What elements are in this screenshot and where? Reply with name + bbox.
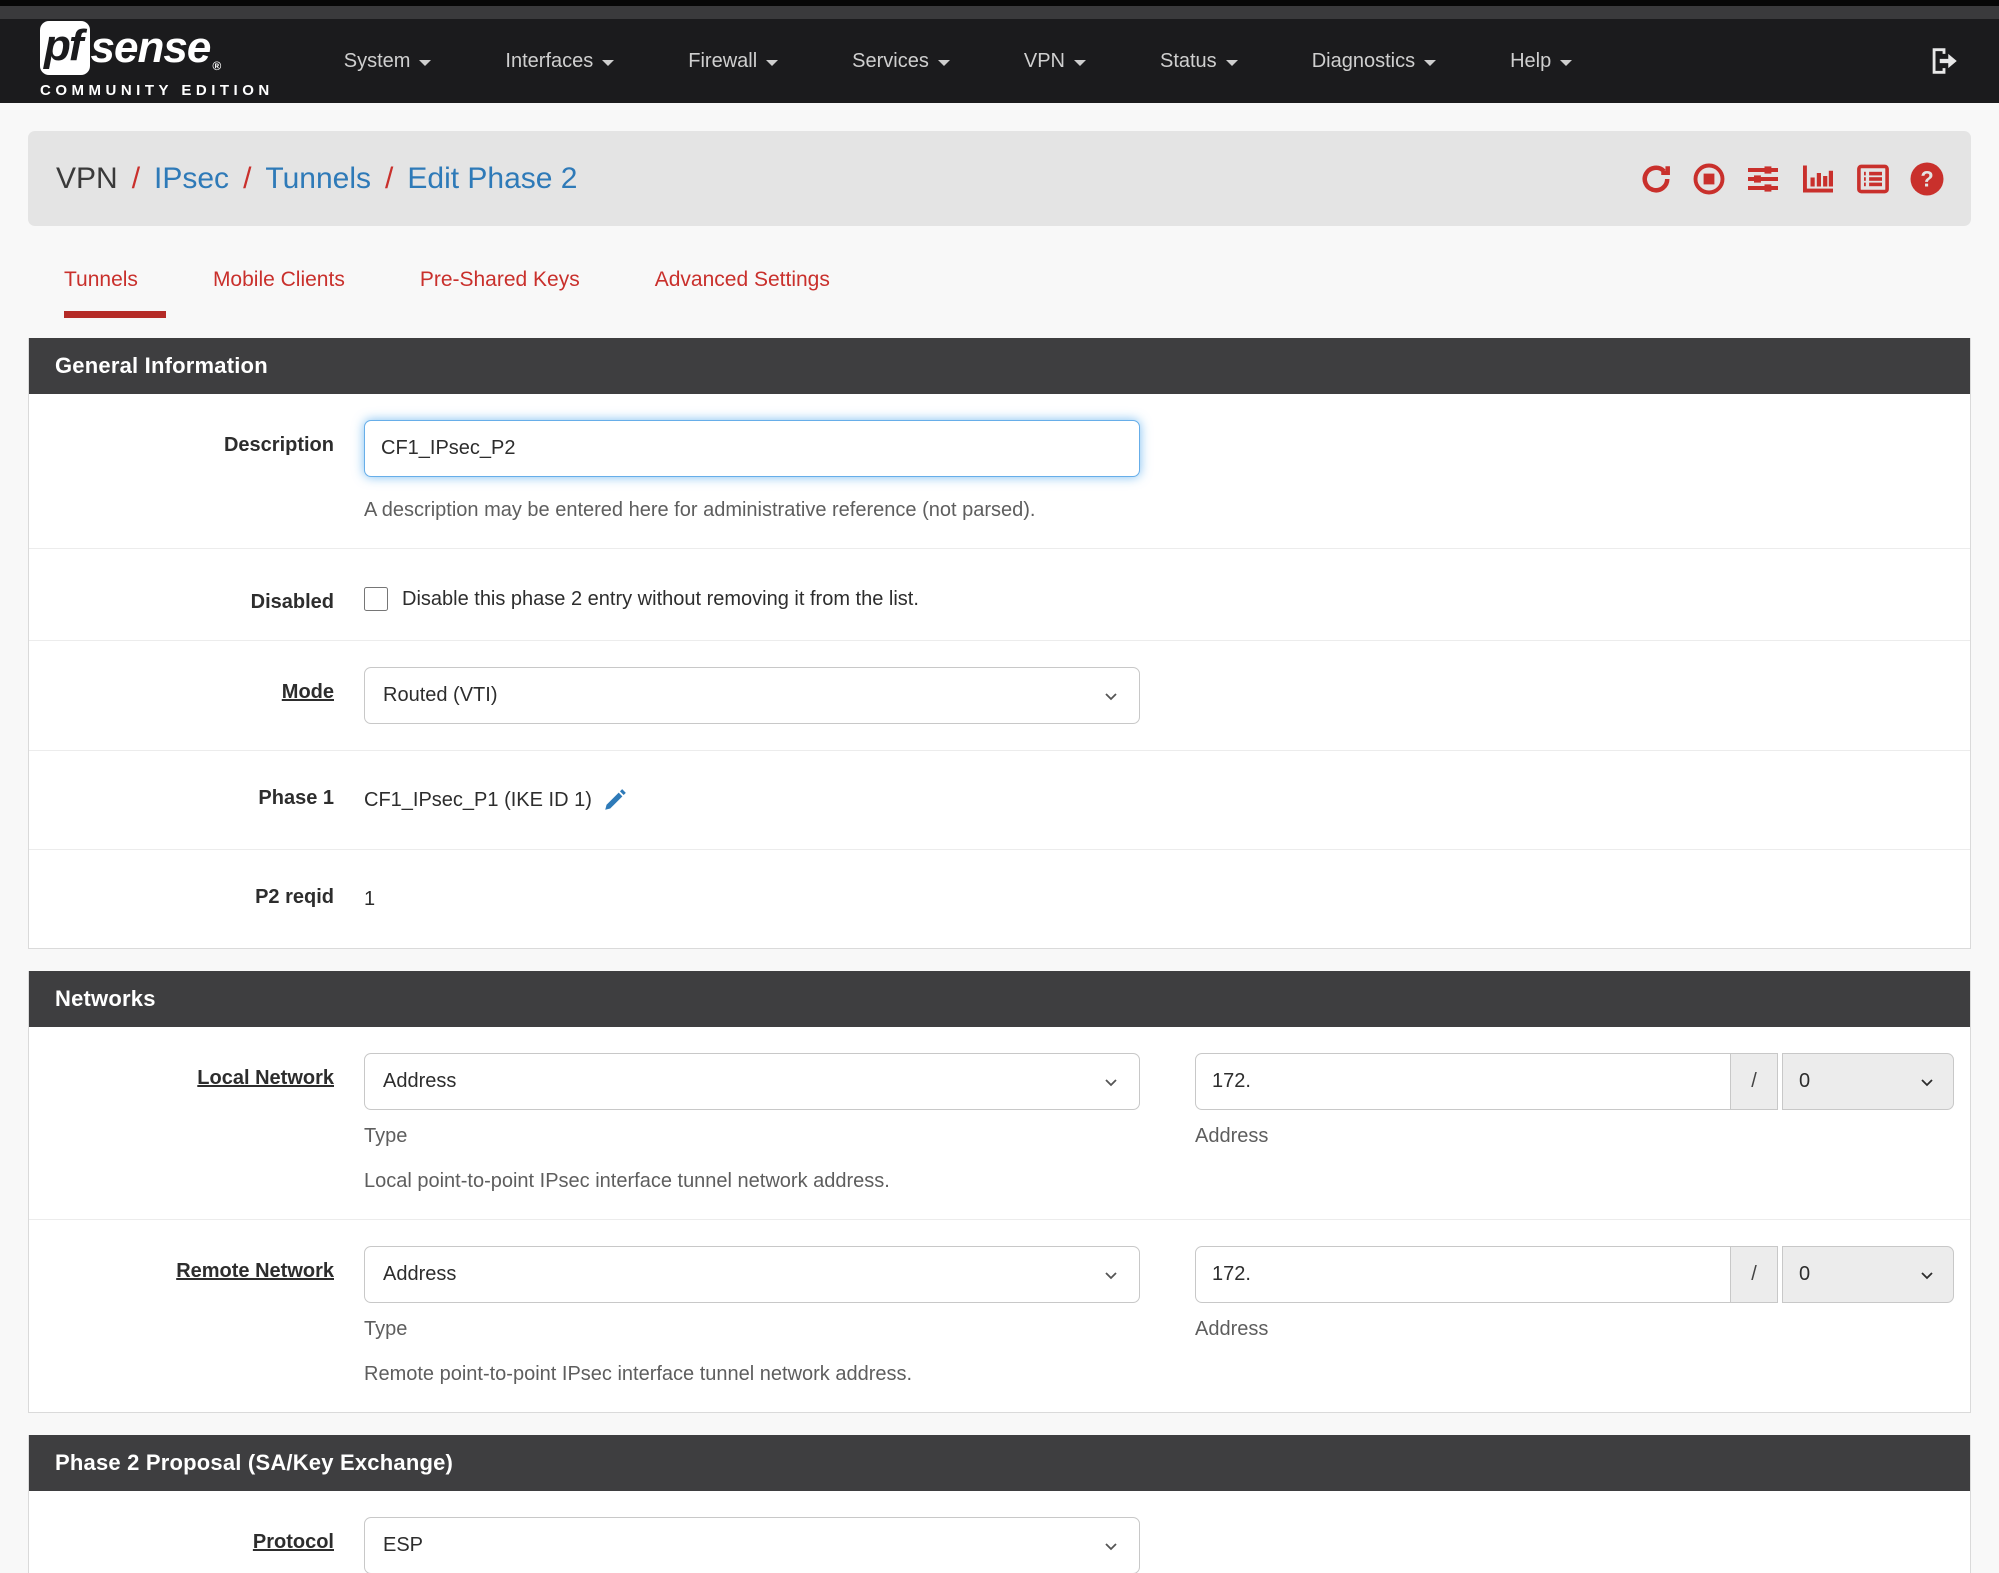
mode-label: Mode <box>281 681 334 703</box>
tab-pre-shared-keys[interactable]: Pre-Shared Keys <box>420 268 580 318</box>
row-p2reqid: P2 reqid 1 <box>29 850 1970 948</box>
tab-advanced-settings[interactable]: Advanced Settings <box>655 268 830 318</box>
p2reqid-label: P2 reqid <box>255 886 334 908</box>
mode-select[interactable]: Routed (VTI) <box>364 667 1140 724</box>
logo-pf: pf <box>40 21 90 75</box>
caret-down-icon <box>1560 59 1573 66</box>
sliders-icon[interactable] <box>1744 161 1782 197</box>
chevron-down-icon <box>1921 1078 1933 1086</box>
local-address-separator: / <box>1731 1053 1778 1110</box>
disabled-label: Disabled <box>250 591 334 613</box>
remote-network-type-select[interactable]: Address <box>364 1246 1140 1303</box>
logo-edition: COMMUNITY EDITION <box>40 82 274 99</box>
chevron-down-icon <box>1105 1271 1117 1279</box>
local-network-help: Local point-to-point IPsec interface tun… <box>364 1170 890 1192</box>
caret-down-icon <box>1073 59 1086 66</box>
remote-address-separator: / <box>1731 1246 1778 1303</box>
menu-diagnostics[interactable]: Diagnostics <box>1312 50 1437 73</box>
panel-phase2-proposal: Phase 2 Proposal (SA/Key Exchange) Proto… <box>28 1435 1971 1573</box>
row-mode: Mode Routed (VTI) <box>29 641 1970 751</box>
row-description: Description A description may be entered… <box>29 394 1970 549</box>
chevron-down-icon <box>1105 1542 1117 1550</box>
menu-vpn[interactable]: VPN <box>1024 50 1086 73</box>
logo-registered-mark: ® <box>212 59 222 73</box>
row-protocol: Protocol ESP Encapsulating Security Payl… <box>29 1491 1970 1573</box>
row-local-network: Local Network Address Type / 0 <box>29 1027 1970 1220</box>
description-input[interactable] <box>364 420 1140 477</box>
logo-sense: sense <box>90 23 212 72</box>
breadcrumb-separator: / <box>385 161 394 195</box>
local-address-input[interactable] <box>1195 1053 1731 1110</box>
panel-title: Networks <box>29 971 1970 1027</box>
remote-network-help: Remote point-to-point IPsec interface tu… <box>364 1363 913 1385</box>
breadcrumb-separator: / <box>131 161 141 195</box>
panel-networks: Networks Local Network Address Type / <box>28 971 1971 1413</box>
stop-circle-icon[interactable] <box>1691 161 1727 197</box>
row-remote-network: Remote Network Address Type / 0 <box>29 1220 1970 1412</box>
tab-tunnels[interactable]: Tunnels <box>64 268 166 318</box>
svg-text:?: ? <box>1920 166 1933 191</box>
remote-address-caption: Address <box>1195 1318 1269 1340</box>
remote-prefix-select[interactable]: 0 <box>1782 1246 1954 1303</box>
local-type-caption: Type <box>364 1125 408 1147</box>
caret-down-icon <box>937 59 950 66</box>
local-network-type-select[interactable]: Address <box>364 1053 1140 1110</box>
logout-icon[interactable] <box>1927 44 1961 78</box>
protocol-select[interactable]: ESP <box>364 1517 1140 1573</box>
description-help: A description may be entered here for ad… <box>364 499 1036 521</box>
menu-help[interactable]: Help <box>1510 50 1573 73</box>
chart-bar-icon[interactable] <box>1799 161 1837 197</box>
chevron-down-icon <box>1921 1271 1933 1279</box>
main-navbar: pf sense ® COMMUNITY EDITION System Inte… <box>0 19 1999 103</box>
breadcrumb-edit-phase2[interactable]: Edit Phase 2 <box>407 162 577 196</box>
description-label: Description <box>223 434 334 456</box>
local-address-caption: Address <box>1195 1125 1269 1147</box>
panel-general-information: General Information Description A descri… <box>28 338 1971 949</box>
breadcrumb: VPN / IPsec / Tunnels / Edit Phase 2 ? <box>28 131 1971 226</box>
row-phase1: Phase 1 CF1_IPsec_P1 (IKE ID 1) <box>29 751 1970 850</box>
remote-type-caption: Type <box>364 1318 408 1340</box>
panel-title: General Information <box>29 338 1970 394</box>
local-prefix-select[interactable]: 0 <box>1782 1053 1954 1110</box>
local-network-label: Local Network <box>197 1067 334 1089</box>
menu-status[interactable]: Status <box>1160 50 1238 73</box>
phase1-value: CF1_IPsec_P1 (IKE ID 1) <box>364 788 592 811</box>
page-tabs: Tunnels Mobile Clients Pre-Shared Keys A… <box>64 268 1999 318</box>
row-disabled: Disabled Disable this phase 2 entry with… <box>29 549 1970 641</box>
disabled-checkbox[interactable] <box>364 587 388 611</box>
list-icon[interactable] <box>1854 161 1892 197</box>
navbar-menu: System Interfaces Firewall Services VPN … <box>344 50 1927 73</box>
menu-firewall[interactable]: Firewall <box>688 50 779 73</box>
p2reqid-value: 1 <box>364 887 376 910</box>
caret-down-icon <box>766 59 779 66</box>
menu-interfaces[interactable]: Interfaces <box>505 50 615 73</box>
breadcrumb-vpn: VPN <box>56 161 118 195</box>
top-gray-strip <box>0 6 1999 19</box>
remote-address-input[interactable] <box>1195 1246 1731 1303</box>
page-action-icons: ? <box>1638 161 1945 197</box>
caret-down-icon <box>1424 59 1437 66</box>
breadcrumb-ipsec[interactable]: IPsec <box>154 162 229 196</box>
pfsense-logo[interactable]: pf sense ® COMMUNITY EDITION <box>40 21 274 99</box>
remote-network-label: Remote Network <box>176 1260 334 1282</box>
menu-services[interactable]: Services <box>852 50 950 73</box>
breadcrumb-separator: / <box>243 161 252 195</box>
disabled-checkbox-label: Disable this phase 2 entry without remov… <box>402 587 919 610</box>
caret-down-icon <box>602 59 615 66</box>
question-circle-icon[interactable]: ? <box>1909 161 1945 197</box>
breadcrumb-tunnels[interactable]: Tunnels <box>265 162 371 196</box>
panel-title: Phase 2 Proposal (SA/Key Exchange) <box>29 1435 1970 1491</box>
protocol-label: Protocol <box>252 1531 334 1553</box>
chevron-down-icon <box>1105 1078 1117 1086</box>
caret-down-icon <box>1225 59 1238 66</box>
refresh-icon[interactable] <box>1638 161 1674 197</box>
phase1-label: Phase 1 <box>258 787 334 809</box>
menu-system[interactable]: System <box>344 50 432 73</box>
tab-mobile-clients[interactable]: Mobile Clients <box>213 268 345 318</box>
pencil-edit-icon[interactable] <box>602 787 628 813</box>
chevron-down-icon <box>1105 692 1117 700</box>
caret-down-icon <box>419 59 432 66</box>
